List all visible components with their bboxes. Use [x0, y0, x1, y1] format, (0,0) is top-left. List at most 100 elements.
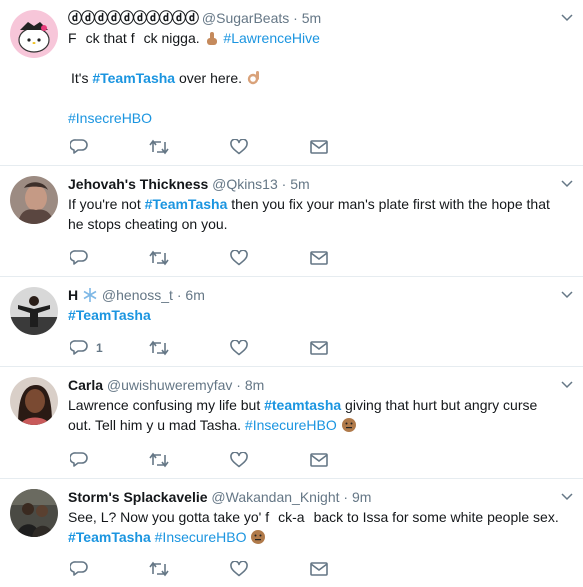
reply-count: 1: [96, 341, 103, 355]
display-name[interactable]: ⓓⓓⓓⓓⓓⓓⓓⓓⓓⓓ: [68, 10, 199, 26]
retweet-button[interactable]: [149, 249, 169, 267]
tweet-sugarbeats: ⓓⓓⓓⓓⓓⓓⓓⓓⓓⓓ @SugarBeats · 5m Fck that f ck…: [0, 0, 583, 166]
retweet-button[interactable]: [149, 451, 169, 469]
chevron-down-icon[interactable]: [561, 379, 573, 391]
timestamp[interactable]: 5m: [302, 10, 321, 26]
like-icon: [230, 452, 248, 468]
chevron-down-icon[interactable]: [561, 12, 573, 24]
display-name[interactable]: Jehovah's Thickness: [68, 176, 208, 192]
retweet-button[interactable]: [149, 560, 169, 578]
timestamp[interactable]: 9m: [352, 489, 371, 505]
display-name[interactable]: Storm's Splackavelie: [68, 489, 208, 505]
user-handle[interactable]: @uwishuweremyfav: [107, 377, 232, 393]
hashtag-link[interactable]: #TeamTasha: [92, 70, 175, 86]
hashtag-link[interactable]: #TeamTasha: [145, 196, 228, 212]
face-emoji-icon: [341, 418, 356, 432]
dm-button[interactable]: [310, 339, 328, 357]
hashtag-link[interactable]: #teamtasha: [264, 397, 341, 413]
dm-button[interactable]: [310, 560, 328, 578]
dm-icon: [310, 453, 328, 467]
display-name[interactable]: H: [68, 287, 78, 303]
tweet-qkins13: Jehovah's Thickness @Qkins13 · 5m If you…: [0, 166, 583, 277]
like-icon: [230, 250, 248, 266]
tweet-actions: [68, 138, 368, 156]
retweet-button[interactable]: [149, 138, 169, 156]
separator-dot: ·: [281, 176, 287, 192]
dm-icon: [310, 562, 328, 576]
tweet-header: Jehovah's Thickness @Qkins13 · 5m: [68, 166, 559, 194]
text-segment: Lawrence confusing my life but: [68, 397, 261, 413]
separator-dot: ·: [176, 287, 182, 303]
hashtag-link[interactable]: #InsecureHBO: [155, 529, 247, 545]
reply-button[interactable]: [70, 138, 88, 156]
chevron-down-icon[interactable]: [561, 491, 573, 503]
tweet-uwishuweremyfav: Carla @uwishuweremyfav · 8m Lawrence con…: [0, 367, 583, 479]
separator-dot: ·: [293, 10, 298, 26]
like-button[interactable]: [230, 138, 248, 156]
dm-button[interactable]: [310, 249, 328, 267]
user-handle[interactable]: @henoss_t: [102, 287, 173, 303]
like-icon: [230, 139, 248, 155]
text-segment: ck nigga.: [143, 30, 200, 46]
text-segment: ck that f: [85, 30, 135, 46]
text-segment: If you're not: [68, 196, 141, 212]
retweet-icon: [149, 139, 169, 155]
timestamp[interactable]: 5m: [290, 176, 309, 192]
hashtag-link[interactable]: #TeamTasha: [68, 529, 151, 545]
like-button[interactable]: [230, 451, 248, 469]
reply-button[interactable]: [70, 451, 88, 469]
tweet-text: #TeamTasha: [68, 305, 559, 325]
tweet-actions: [68, 451, 368, 469]
avatar[interactable]: [10, 489, 58, 537]
tweet-henoss-t: H @henoss_t · 6m #TeamTasha 1: [0, 277, 583, 367]
reply-button[interactable]: [70, 560, 88, 578]
user-handle[interactable]: @SugarBeats: [202, 10, 289, 26]
text-segment: back to Issa for some white people sex.: [313, 509, 559, 525]
user-handle[interactable]: @Qkins13: [212, 176, 278, 192]
avatar[interactable]: [10, 176, 58, 224]
reply-icon: [70, 452, 88, 467]
dm-icon: [310, 341, 328, 355]
reply-button[interactable]: [70, 249, 88, 267]
text-segment: then you fix your man's plate first with…: [68, 196, 550, 232]
hashtag-link[interactable]: #InsecreHBO: [68, 110, 152, 126]
chevron-down-icon[interactable]: [561, 178, 573, 190]
avatar[interactable]: [10, 287, 58, 335]
ok-hand-emoji-icon: [247, 71, 259, 85]
dm-button[interactable]: [310, 138, 328, 156]
tweet-text: If you're not #TeamTasha then you fix yo…: [68, 194, 559, 234]
tweet-header: Carla @uwishuweremyfav · 8m: [68, 367, 559, 395]
dm-button[interactable]: [310, 451, 328, 469]
reply-button[interactable]: 1: [70, 339, 103, 357]
retweet-button[interactable]: [149, 339, 169, 357]
tweet-text: See, L? Now you gotta take yo' f ck-a back…: [68, 507, 559, 547]
tweet-actions: 1: [68, 339, 368, 357]
hashtag-link[interactable]: #TeamTasha: [68, 307, 151, 323]
avatar[interactable]: [10, 10, 58, 58]
like-button[interactable]: [230, 560, 248, 578]
separator-dot: ·: [343, 489, 349, 505]
retweet-icon: [149, 452, 169, 468]
timestamp[interactable]: 8m: [245, 377, 264, 393]
display-name[interactable]: Carla: [68, 377, 103, 393]
hand-emoji-icon: [206, 32, 217, 45]
retweet-icon: [149, 561, 169, 577]
retweet-icon: [149, 340, 169, 356]
retweet-icon: [149, 250, 169, 266]
avatar[interactable]: [10, 377, 58, 425]
text-segment: It's: [71, 70, 89, 86]
hashtag-link[interactable]: #InsecureHBO: [245, 417, 337, 433]
tweet-text: Fck that f ck nigga. #LawrenceHive It's #…: [68, 28, 559, 128]
hashtag-link[interactable]: #LawrenceHive: [223, 30, 320, 46]
tweet-header: H @henoss_t · 6m: [68, 277, 559, 305]
tweet-text: Lawrence confusing my life but #teamtash…: [68, 395, 559, 435]
chevron-down-icon[interactable]: [561, 289, 573, 301]
user-handle[interactable]: @Wakandan_Knight: [211, 489, 339, 505]
tweet-actions: [68, 249, 368, 267]
like-button[interactable]: [230, 339, 248, 357]
text-segment: See, L? Now you gotta take yo' f: [68, 509, 270, 525]
like-button[interactable]: [230, 249, 248, 267]
like-icon: [230, 340, 248, 356]
timestamp[interactable]: 6m: [185, 287, 204, 303]
text-segment: over here.: [178, 70, 243, 86]
